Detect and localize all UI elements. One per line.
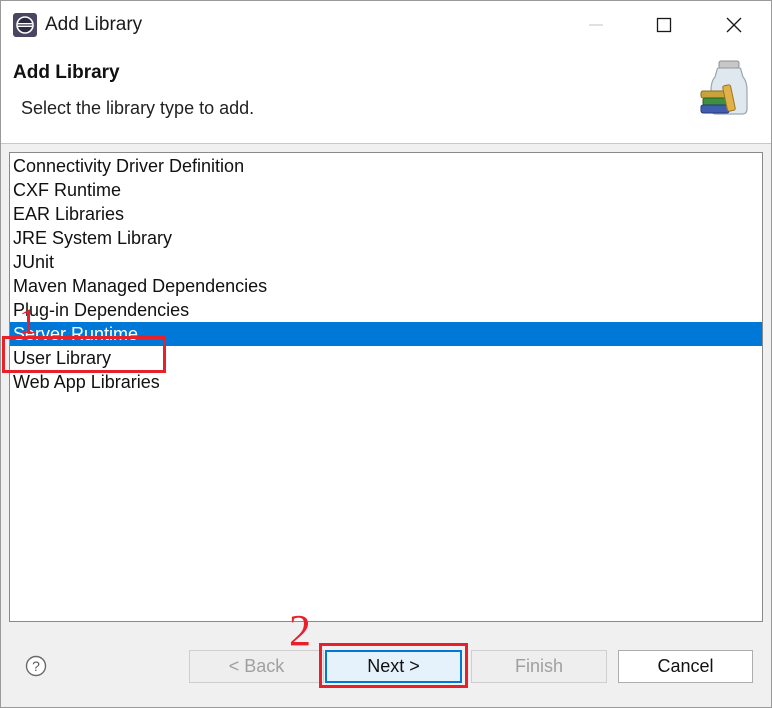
maximize-icon: [656, 17, 672, 33]
help-icon[interactable]: ?: [25, 655, 47, 677]
wizard-banner: Add Library Select the library type to a…: [1, 49, 771, 144]
list-item[interactable]: Maven Managed Dependencies: [10, 274, 762, 298]
wizard-page-title: Add Library: [13, 62, 120, 83]
title-bar: Add Library: [1, 1, 771, 49]
list-item[interactable]: Web App Libraries: [10, 370, 762, 394]
list-item[interactable]: CXF Runtime: [10, 178, 762, 202]
step2-number: 2: [289, 606, 311, 655]
wizard-body: Connectivity Driver Definition CXF Runti…: [1, 144, 771, 628]
list-item[interactable]: JRE System Library: [10, 226, 762, 250]
maximize-button[interactable]: [629, 1, 699, 49]
step2-highlight-box: [319, 643, 468, 688]
list-item[interactable]: JUnit: [10, 250, 762, 274]
cancel-button[interactable]: Cancel: [618, 650, 753, 683]
close-icon: [726, 17, 742, 33]
list-item[interactable]: Plug-in Dependencies: [10, 298, 762, 322]
step1-number: 1: [19, 301, 37, 341]
eclipse-app-icon: [13, 13, 37, 37]
minimize-icon: [589, 24, 603, 26]
list-item[interactable]: EAR Libraries: [10, 202, 762, 226]
help-glyph: ?: [32, 658, 40, 674]
library-type-list[interactable]: Connectivity Driver Definition CXF Runti…: [9, 152, 763, 622]
minimize-button[interactable]: [561, 1, 631, 49]
library-jar-icon: [700, 60, 748, 115]
finish-button[interactable]: Finish: [471, 650, 607, 683]
close-button[interactable]: [699, 1, 769, 49]
step1-highlight-box: [2, 336, 166, 373]
list-item[interactable]: Connectivity Driver Definition: [10, 154, 762, 178]
wizard-page-description: Select the library type to add.: [21, 98, 255, 118]
window-title: Add Library: [45, 14, 143, 35]
